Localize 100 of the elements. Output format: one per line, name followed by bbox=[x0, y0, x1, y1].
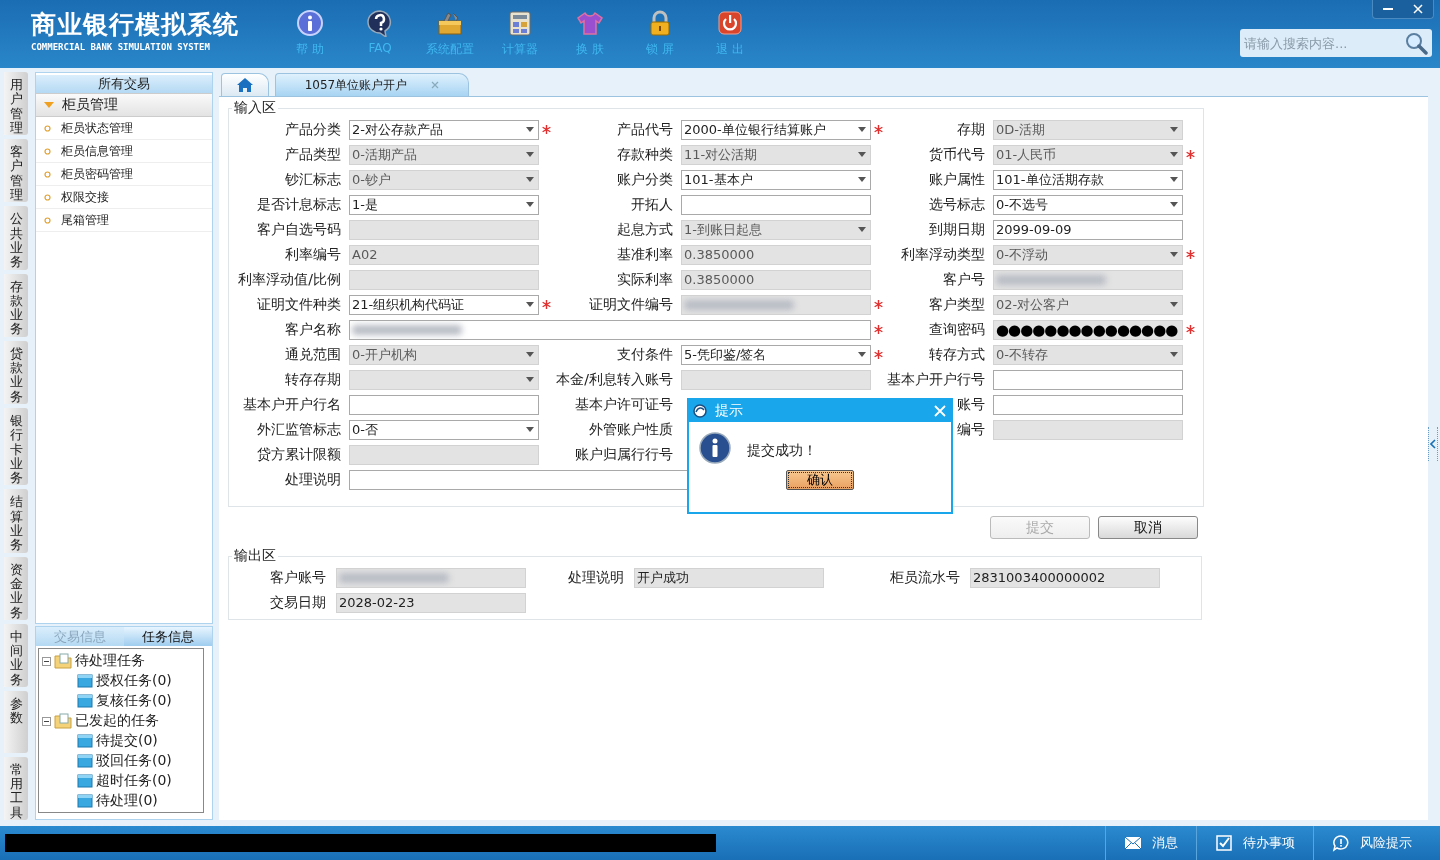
side-tab[interactable]: 用户管理 bbox=[4, 72, 28, 136]
text-field[interactable]: 开户成功 bbox=[634, 567, 824, 588]
dropdown-field[interactable]: 2000-单位银行结算账户 bbox=[681, 119, 871, 140]
text-field[interactable]: 2028-02-23 bbox=[336, 592, 526, 613]
tree-item[interactable]: 授权任务(0) bbox=[96, 672, 172, 690]
folder-icon bbox=[54, 713, 72, 729]
button[interactable]: 取消 bbox=[1098, 516, 1198, 539]
text-field[interactable] bbox=[681, 194, 871, 215]
dropdown-field[interactable]: 101-基本户 bbox=[681, 169, 871, 190]
tree-item[interactable]: 待提交(0) bbox=[96, 732, 158, 750]
text-field[interactable] bbox=[993, 369, 1183, 390]
field-label: 客户自选号码 bbox=[257, 220, 342, 239]
status-button[interactable]: 消息 bbox=[1105, 826, 1196, 860]
text-field[interactable]: 2099-09-09 bbox=[993, 219, 1183, 240]
folder-icon bbox=[54, 653, 72, 669]
dropdown-field[interactable]: 2-对公存款产品 bbox=[349, 119, 539, 140]
caret-icon bbox=[1170, 152, 1178, 157]
text-field[interactable] bbox=[336, 567, 526, 588]
side-tab[interactable]: 资金业务 bbox=[4, 556, 28, 620]
caret-icon bbox=[858, 177, 866, 182]
app-icon bbox=[693, 404, 707, 418]
field-label: 存款种类 bbox=[617, 145, 674, 164]
side-tab[interactable]: 参数 bbox=[4, 691, 28, 753]
chevron-icon bbox=[1430, 439, 1436, 449]
panel-tab[interactable]: 任务信息 bbox=[124, 627, 212, 646]
field-label: 存期 bbox=[957, 120, 986, 139]
envelope-icon bbox=[1124, 834, 1142, 852]
tree-item[interactable]: 超时任务(0) bbox=[96, 772, 172, 790]
status-button[interactable]: 待办事项 bbox=[1196, 826, 1313, 860]
caret-icon bbox=[1170, 177, 1178, 182]
tree-item[interactable]: 待处理任务 bbox=[75, 652, 145, 670]
caret-icon bbox=[1170, 127, 1178, 132]
field-label: 钞汇标志 bbox=[285, 170, 342, 189]
caret-icon bbox=[526, 127, 534, 132]
caret-icon bbox=[858, 152, 866, 157]
collapse-handle[interactable] bbox=[1428, 427, 1438, 461]
caret-icon bbox=[1170, 352, 1178, 357]
side-tab[interactable]: 存款业务 bbox=[4, 273, 28, 337]
side-tab[interactable]: 公共业务 bbox=[4, 206, 28, 270]
field-label: 产品分类 bbox=[285, 120, 342, 139]
field-label: 查询密码 bbox=[929, 320, 986, 339]
field-label: 账号 bbox=[957, 395, 986, 414]
field-label: 账户归属行行号 bbox=[575, 445, 674, 464]
dropdown-field[interactable]: 21-组织机构代码证 bbox=[349, 294, 539, 315]
text-field[interactable]: 2831003400000002 bbox=[970, 567, 1160, 588]
field-label: 客户名称 bbox=[285, 320, 342, 339]
caret-icon bbox=[44, 101, 54, 109]
field-label: 外管账户性质 bbox=[589, 420, 674, 439]
side-tab[interactable]: 中间业务 bbox=[4, 623, 28, 687]
field-label: 柜员流水号 bbox=[890, 568, 961, 587]
question-bubble-icon bbox=[366, 9, 394, 37]
field-label: 是否计息标志 bbox=[257, 195, 342, 214]
dropdown-field[interactable]: 101-单位活期存款 bbox=[993, 169, 1183, 190]
field-label: 开拓人 bbox=[631, 195, 674, 214]
dialog-message: 提交成功！ bbox=[747, 442, 817, 460]
field-label: 转存存期 bbox=[285, 370, 342, 389]
field-label: 利率浮动类型 bbox=[901, 245, 986, 264]
side-tab[interactable]: 常用工具 bbox=[4, 756, 28, 820]
field-label: 起息方式 bbox=[617, 220, 674, 239]
tree-item[interactable]: 复核任务(0) bbox=[96, 692, 172, 710]
caret-icon bbox=[1170, 252, 1178, 257]
menu-item[interactable]: 柜员密码管理 bbox=[36, 163, 212, 186]
dropdown-field[interactable]: 5-凭印鉴/签名 bbox=[681, 344, 871, 365]
caret-icon bbox=[1170, 302, 1178, 307]
side-tab[interactable]: 贷款业务 bbox=[4, 340, 28, 404]
search-field[interactable]: 请输入搜索内容... bbox=[1240, 29, 1432, 57]
menu-item[interactable]: 柜员信息管理 bbox=[36, 140, 212, 163]
confirm-button[interactable]: 确认 bbox=[786, 470, 854, 490]
field-label: 基本户开户行号 bbox=[887, 370, 986, 389]
caret-icon bbox=[858, 127, 866, 132]
status-button[interactable]: 风险提示 bbox=[1313, 826, 1440, 860]
text-field[interactable] bbox=[993, 394, 1183, 415]
page-tab[interactable] bbox=[221, 73, 269, 96]
bullet-icon bbox=[44, 147, 51, 155]
caret-icon bbox=[526, 202, 534, 207]
window-icon bbox=[77, 694, 93, 708]
side-tab[interactable]: 客户管理 bbox=[4, 139, 28, 203]
side-tab[interactable]: 结算业务 bbox=[4, 489, 28, 553]
panel-tab[interactable]: 所有交易 bbox=[36, 75, 212, 93]
menu-item[interactable]: 尾箱管理 bbox=[36, 209, 212, 232]
dropdown-field[interactable]: 0-否 bbox=[349, 419, 539, 440]
tree-item[interactable]: 待处理(0) bbox=[96, 792, 158, 810]
app-subtitle: COMMERCIAL BANK SIMULATION SYSTEM bbox=[31, 42, 211, 52]
bullet-icon bbox=[44, 170, 51, 178]
side-tab[interactable]: 银行卡业务 bbox=[4, 407, 28, 486]
dropdown-field[interactable]: 1-是 bbox=[349, 194, 539, 215]
field-label: 利率浮动值/比例 bbox=[238, 270, 342, 289]
field-label: 贷方累计限额 bbox=[257, 445, 342, 464]
tree-item[interactable]: 已发起的任务 bbox=[75, 712, 159, 730]
accordion-header[interactable]: 柜员管理 bbox=[36, 93, 212, 117]
field-label: 处理说明 bbox=[285, 470, 342, 489]
menu-item[interactable]: 权限交接 bbox=[36, 186, 212, 209]
dropdown-field[interactable]: 0-不选号 bbox=[993, 194, 1183, 215]
page-tab[interactable]: 1057单位账户开户 bbox=[275, 73, 469, 96]
checkbox-icon bbox=[1215, 834, 1233, 852]
text-field[interactable] bbox=[349, 394, 539, 415]
text-field[interactable] bbox=[349, 319, 871, 340]
close-icon bbox=[431, 81, 440, 89]
menu-item[interactable]: 柜员状态管理 bbox=[36, 117, 212, 140]
tree-item[interactable]: 驳回任务(0) bbox=[96, 752, 172, 770]
